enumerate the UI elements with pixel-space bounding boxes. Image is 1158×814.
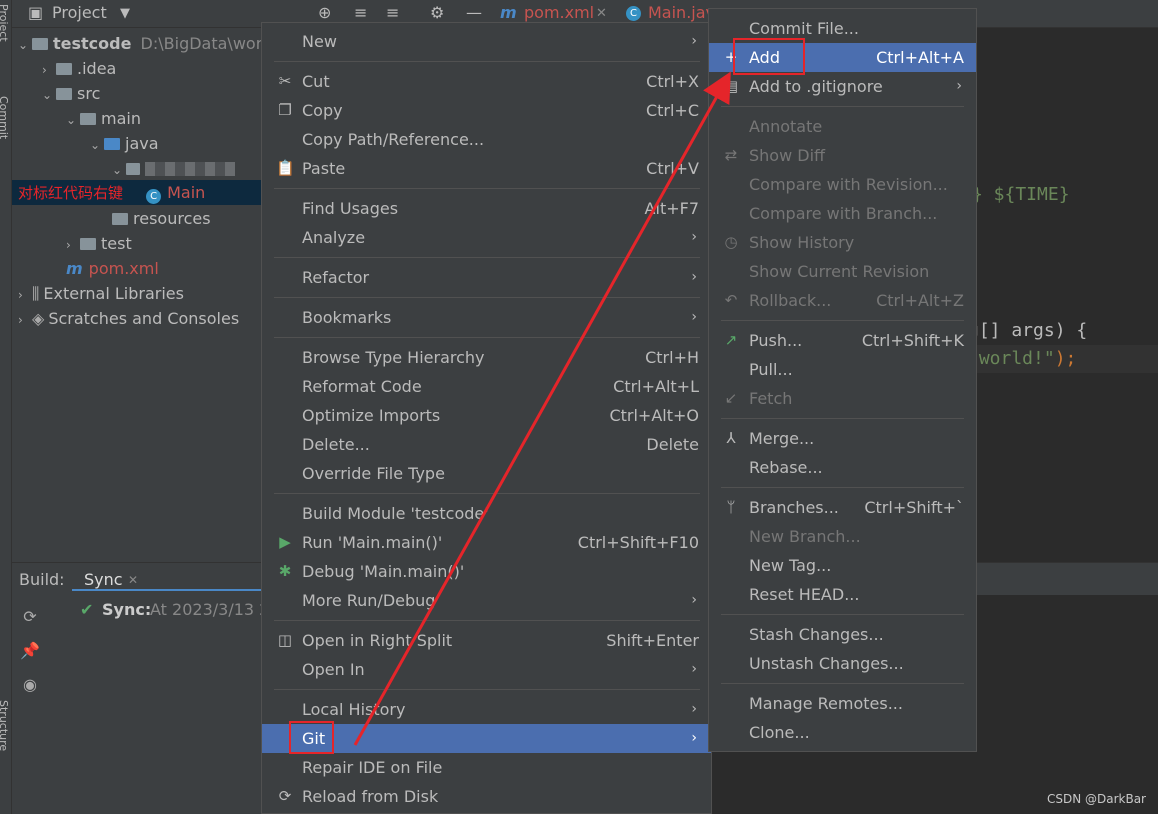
watermark: CSDN @DarkBar (1046, 792, 1146, 806)
annotation-arrow (353, 71, 731, 746)
arrow-line (353, 71, 731, 746)
